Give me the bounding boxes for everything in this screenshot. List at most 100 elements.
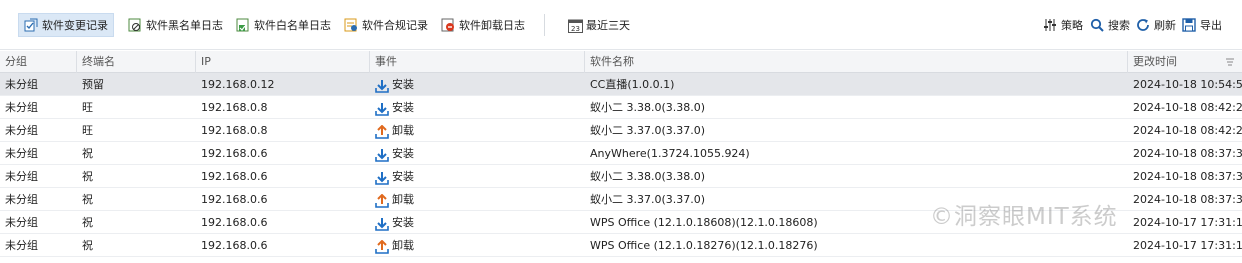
refresh-label: 刷新 (1154, 19, 1176, 32)
cell-software-name: CC直播(1.0.0.1) (590, 78, 675, 91)
refresh-icon (1136, 18, 1150, 32)
cell-software-name: WPS Office (12.1.0.18608)(12.1.0.18608) (590, 216, 818, 229)
cell-event: 安装 (370, 211, 585, 234)
table-row[interactable]: 未分组 旺 192.168.0.8 卸载 蚁小二 3.37.0(3.37.0) 2024-… (0, 119, 1242, 142)
tab-software-uninstall-log[interactable]: 软件卸载日志 (435, 13, 531, 37)
column-header-ip[interactable]: IP (196, 51, 370, 73)
event-label: 安装 (392, 147, 414, 160)
cell-ip: 192.168.0.12 (201, 78, 275, 91)
event-label: 卸载 (392, 239, 414, 252)
cell-software-name: WPS Office (12.1.0.18276)(12.1.0.18276) (590, 239, 818, 252)
event-label: 卸载 (392, 193, 414, 206)
cell-group: 未分组 (5, 124, 38, 137)
table-row[interactable]: 未分组 祝 192.168.0.6 卸载 WPS Office (12.1.0.1827… (0, 234, 1242, 257)
table-row[interactable]: 未分组 祝 192.168.0.6 安装 WPS Office (12.1.0.1860… (0, 211, 1242, 234)
calendar-icon: 23 (568, 18, 583, 33)
cell-ip: 192.168.0.6 (201, 170, 268, 183)
cell-software-name: 蚁小二 3.38.0(3.38.0) (590, 170, 706, 183)
software-change-table: 分组 终端名 IP 事件 软件名称 更改时间 未分组 预留 192.168.0.12… (0, 51, 1242, 263)
uninstall-upload-icon (375, 124, 389, 139)
date-filter-label: 最近三天 (586, 19, 630, 32)
cell-event: 卸载 (370, 188, 585, 211)
cell-change-time: 2024-10-17 17:31:14 (1133, 239, 1242, 252)
cell-event: 卸载 (370, 119, 585, 142)
table-row[interactable]: 未分组 旺 192.168.0.8 安装 蚁小二 3.38.0(3.38.0) 2024-… (0, 96, 1242, 119)
install-download-icon (375, 216, 389, 231)
column-header-event[interactable]: 事件 (370, 51, 585, 73)
export-label: 导出 (1200, 19, 1222, 32)
event-label: 安装 (392, 170, 414, 183)
cell-change-time: 2024-10-18 08:42:29 (1133, 101, 1242, 114)
cell-event: 卸载 (370, 234, 585, 257)
sliders-icon (1043, 18, 1057, 32)
uninstall-upload-icon (375, 239, 389, 254)
uninstall-icon (441, 18, 455, 32)
strategy-button[interactable]: 策略 (1037, 13, 1089, 37)
cell-group: 未分组 (5, 147, 38, 160)
install-download-icon (375, 101, 389, 116)
table-row[interactable]: 未分组 祝 192.168.0.6 卸载 蚁小二 3.37.0(3.37.0) 2024-… (0, 188, 1242, 211)
tab-label: 软件白名单日志 (254, 19, 331, 32)
cell-event: 安装 (370, 73, 585, 96)
tab-software-blacklist-log[interactable]: 软件黑名单日志 (122, 13, 229, 37)
cell-change-time: 2024-10-18 10:54:54 (1133, 78, 1242, 91)
cell-group: 未分组 (5, 239, 38, 252)
cell-terminal: 祝 (82, 193, 93, 206)
tab-label: 软件变更记录 (42, 19, 108, 32)
cell-event: 安装 (370, 142, 585, 165)
cell-group: 未分组 (5, 101, 38, 114)
install-download-icon (375, 78, 389, 93)
export-icon (1182, 18, 1196, 32)
table-row[interactable]: 未分组 祝 192.168.0.6 安装 蚁小二 3.38.0(3.38.0) 2024-… (0, 165, 1242, 188)
search-button[interactable]: 搜索 (1084, 13, 1136, 37)
column-header-label: 更改时间 (1133, 55, 1177, 68)
column-header-change-time[interactable]: 更改时间 (1128, 51, 1242, 73)
column-header-software-name[interactable]: 软件名称 (585, 51, 1128, 73)
cell-change-time: 2024-10-18 08:37:30 (1133, 147, 1242, 160)
whitelist-icon (236, 18, 250, 32)
strategy-label: 策略 (1061, 19, 1083, 32)
tab-software-change-log[interactable]: 软件变更记录 (18, 13, 114, 37)
cell-ip: 192.168.0.6 (201, 147, 268, 160)
toolbar-divider (544, 14, 545, 36)
cell-group: 未分组 (5, 78, 38, 91)
cell-terminal: 预留 (82, 78, 104, 91)
cell-event: 安装 (370, 165, 585, 188)
cell-terminal: 祝 (82, 147, 93, 160)
cell-change-time: 2024-10-18 08:37:30 (1133, 193, 1242, 206)
export-button[interactable]: 导出 (1176, 13, 1228, 37)
date-filter-recent-three-days[interactable]: 23 最近三天 (562, 13, 636, 37)
search-icon (1090, 18, 1104, 32)
cell-terminal: 旺 (82, 124, 93, 137)
tab-software-compliance-log[interactable]: 软件合规记录 (338, 13, 434, 37)
event-label: 安装 (392, 216, 414, 229)
event-label: 安装 (392, 78, 414, 91)
table-row[interactable]: 未分组 预留 192.168.0.12 安装 CC直播(1.0.0.1) 2024-10-… (0, 73, 1242, 96)
uninstall-upload-icon (375, 193, 389, 208)
sort-descending-icon[interactable] (1226, 57, 1234, 67)
tab-label: 软件黑名单日志 (146, 19, 223, 32)
cell-terminal: 祝 (82, 170, 93, 183)
install-download-icon (375, 170, 389, 185)
cell-change-time: 2024-10-17 17:31:14 (1133, 216, 1242, 229)
svg-text:23: 23 (571, 25, 580, 33)
refresh-button[interactable]: 刷新 (1130, 13, 1182, 37)
column-header-group[interactable]: 分组 (0, 51, 77, 73)
cell-ip: 192.168.0.6 (201, 193, 268, 206)
table-header: 分组 终端名 IP 事件 软件名称 更改时间 (0, 51, 1242, 73)
tab-software-whitelist-log[interactable]: 软件白名单日志 (230, 13, 337, 37)
cell-terminal: 祝 (82, 216, 93, 229)
event-label: 安装 (392, 101, 414, 114)
tab-label: 软件卸载日志 (459, 19, 525, 32)
cell-ip: 192.168.0.6 (201, 239, 268, 252)
table-row[interactable]: 未分组 祝 192.168.0.6 安装 AnyWhere(1.3724.1055.92… (0, 142, 1242, 165)
blacklist-icon (128, 18, 142, 32)
cell-change-time: 2024-10-18 08:42:29 (1133, 124, 1242, 137)
column-header-terminal[interactable]: 终端名 (77, 51, 196, 73)
tab-label: 软件合规记录 (362, 19, 428, 32)
cell-terminal: 祝 (82, 239, 93, 252)
cell-group: 未分组 (5, 216, 38, 229)
install-download-icon (375, 147, 389, 162)
search-label: 搜索 (1108, 19, 1130, 32)
change-log-icon (24, 18, 38, 32)
